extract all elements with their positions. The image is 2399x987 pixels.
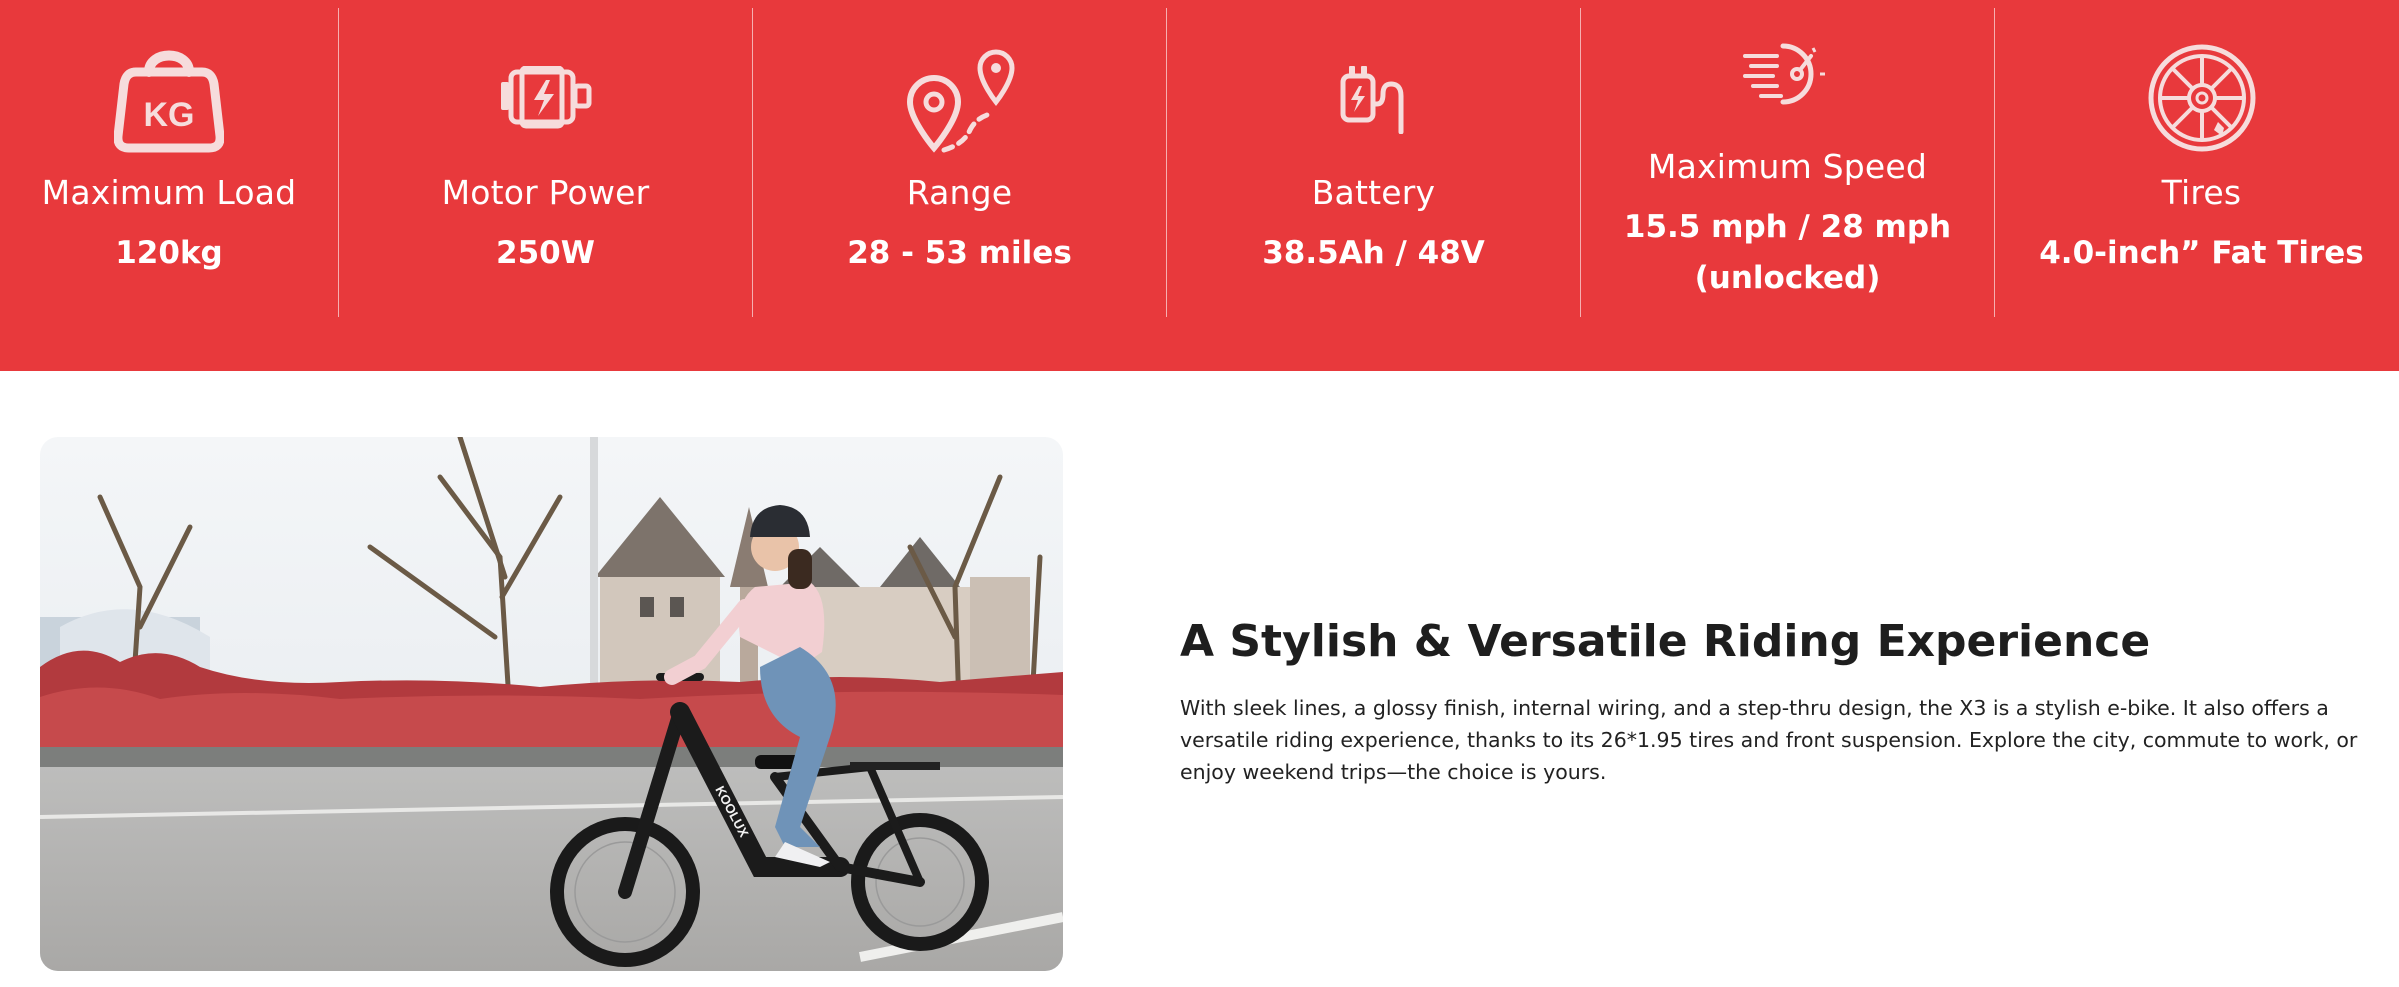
spec-battery: Battery 38.5Ah / 48V: [1167, 0, 1580, 318]
feature-description: With sleek lines, a glossy finish, inter…: [1180, 696, 2358, 784]
spec-range: Range 28 - 53 miles: [753, 0, 1166, 318]
motor-icon: [500, 66, 592, 130]
woman-riding-ebike-photo: KOOLUX: [40, 437, 1063, 971]
spec-motor-power: Motor Power 250W: [339, 0, 752, 318]
feature-heading: A Stylish & Versatile Riding Experience: [1180, 616, 2151, 667]
spec-value: 250W: [496, 235, 595, 271]
spec-value: 4.0-inch” Fat Tires: [2039, 235, 2364, 271]
spec-label: Tires: [2161, 173, 2242, 212]
spec-maximum-speed: Maximum Speed 15.5 mph / 28 mph (unlocke…: [1581, 0, 1994, 318]
spec-label: Motor Power: [441, 173, 650, 212]
spec-value: 120kg: [115, 235, 223, 271]
spec-value-line-1: 15.5 mph / 28 mph: [1623, 209, 1952, 245]
specs-band: KG Maximum Load 120kg Motor Power 250W R…: [0, 0, 2399, 371]
spec-label: Maximum Load: [41, 173, 297, 212]
svg-text:KG: KG: [144, 96, 195, 134]
spec-tires: Tires 4.0-inch” Fat Tires: [1995, 0, 2399, 318]
spec-label: Maximum Speed: [1647, 147, 1928, 186]
spec-label: Range: [906, 173, 1013, 212]
battery-plug-icon: [1339, 64, 1409, 134]
spec-value: 28 - 53 miles: [847, 235, 1072, 271]
spec-maximum-load: KG Maximum Load 120kg: [0, 0, 338, 318]
wheel-icon: [2148, 44, 2256, 152]
spec-value-line-2: (unlocked): [1694, 260, 1881, 296]
route-pin-icon: [904, 44, 1016, 156]
speedometer-icon: [1742, 40, 1833, 108]
spec-label: Battery: [1311, 173, 1436, 212]
weight-kg-icon: KG: [114, 42, 224, 154]
spec-value: 38.5Ah / 48V: [1262, 235, 1485, 271]
